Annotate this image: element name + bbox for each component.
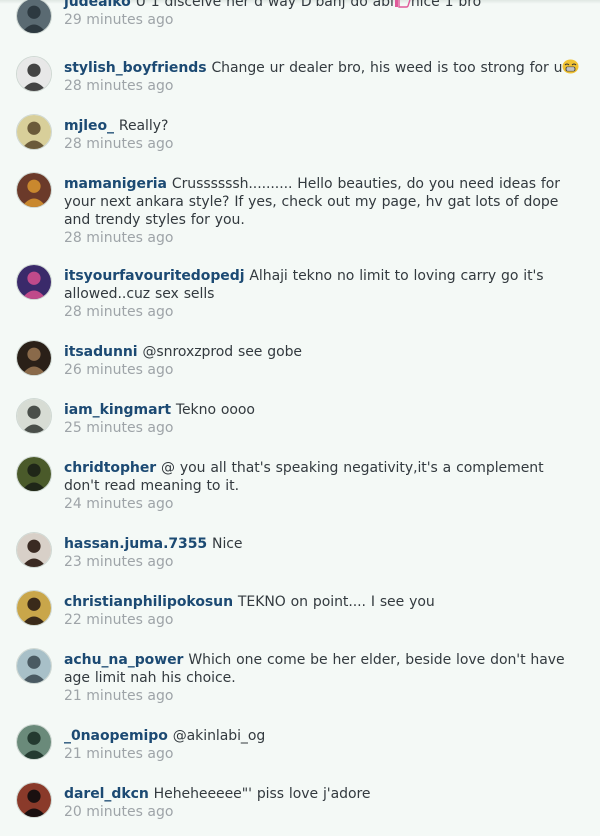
comment-body: stylish_boyfriends Change ur dealer bro,… [64,59,582,77]
comment-text: TEKNO on point.... I see you [237,594,435,610]
comment-body: christianphilipokosun TEKNO on point....… [64,593,582,611]
comment-body: itsyourfavouritedopedj Alhaji tekno no l… [64,267,582,303]
avatar[interactable] [16,0,52,34]
grinning-face-icon [562,59,579,76]
comment-timestamp: 23 minutes ago [64,554,174,570]
comment-body: darel_dkcn Heheheeeee"' piss love j'ador… [64,785,582,803]
comment-text: Really? [118,118,169,134]
avatar[interactable] [16,340,52,376]
avatar[interactable] [16,56,52,92]
username-link[interactable]: mjleo_ [64,118,114,134]
username-link[interactable]: darel_dkcn [64,786,149,802]
username-link[interactable]: chridtopher [64,460,156,476]
username-link[interactable]: iam_kingmart [64,402,171,418]
comment-timestamp: 28 minutes ago [64,136,174,152]
comment-text: @snroxzprod see gobe [142,344,302,360]
comment-text: U 1 disceive her d way D'banj do abi [135,0,394,10]
comment-body: mamanigeria Crussssssh.......... Hello b… [64,175,582,229]
username-link[interactable]: christianphilipokosun [64,594,233,610]
comment-text: Nice [212,536,243,552]
avatar[interactable] [16,398,52,434]
comment-body: hassan.juma.7355 Nice [64,535,582,553]
comment-timestamp: 28 minutes ago [64,78,174,94]
comment-timestamp: 20 minutes ago [64,804,174,820]
username-link[interactable]: mamanigeria [64,176,167,192]
comment-timestamp: 21 minutes ago [64,688,174,704]
comment-body: iam_kingmart Tekno oooo [64,401,582,419]
comment-timestamp: 28 minutes ago [64,230,174,246]
comment-timestamp: 28 minutes ago [64,304,174,320]
avatar[interactable] [16,532,52,568]
comment-body: itsadunni @snroxzprod see gobe [64,343,582,361]
comment-timestamp: 29 minutes ago [64,12,174,28]
comment-body: mjleo_ Really? [64,117,582,135]
thumbs-up-icon [394,0,411,10]
avatar[interactable] [16,114,52,150]
username-link[interactable]: _0naopemipo [64,728,168,744]
avatar[interactable] [16,264,52,300]
avatar[interactable] [16,590,52,626]
username-link[interactable]: judeaiko [64,0,131,10]
comment-body: achu_na_power Which one come be her elde… [64,651,582,687]
comment-timestamp: 25 minutes ago [64,420,174,436]
avatar[interactable] [16,456,52,492]
comment-body: _0naopemipo @akinlabi_og [64,727,582,745]
comment-text-after: nice 1 bro [410,0,482,10]
comment-body: chridtopher @ you all that's speaking ne… [64,459,582,495]
comment-timestamp: 21 minutes ago [64,746,174,762]
comment-timestamp: 24 minutes ago [64,496,174,512]
comment-text: @akinlabi_og [172,728,266,744]
avatar[interactable] [16,724,52,760]
comment-timestamp: 22 minutes ago [64,612,174,628]
comment-body: judeaiko U 1 disceive her d way D'banj d… [64,0,582,11]
username-link[interactable]: itsyourfavouritedopedj [64,268,245,284]
username-link[interactable]: stylish_boyfriends [64,60,207,76]
comment-text: Heheheeeee"' piss love j'adore [153,786,371,802]
username-link[interactable]: hassan.juma.7355 [64,536,207,552]
comments-screen: { "comments": [ {"username":"judeaiko","… [0,0,600,836]
comment-text: Tekno oooo [175,402,255,418]
avatar[interactable] [16,172,52,208]
avatar[interactable] [16,782,52,818]
comment-text: Change ur dealer bro, his weed is too st… [211,60,563,76]
username-link[interactable]: achu_na_power [64,652,183,668]
avatar[interactable] [16,648,52,684]
username-link[interactable]: itsadunni [64,344,138,360]
comment-timestamp: 26 minutes ago [64,362,174,378]
